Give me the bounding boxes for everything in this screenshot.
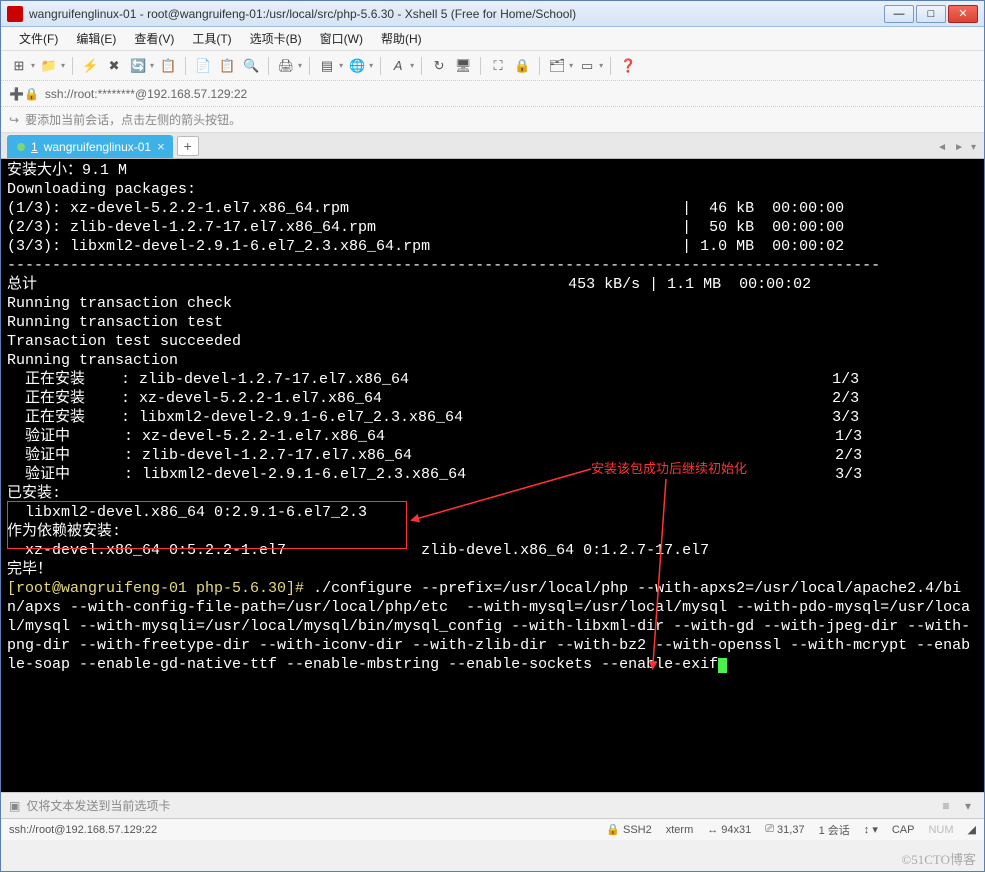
tab-next-icon[interactable]: ► (952, 140, 966, 155)
hint-bar: ↪ 要添加当前会话，点击左侧的箭头按钮。 (1, 107, 984, 133)
compose-bar[interactable]: ▣ 仅将文本发送到当前选项卡 ≡ ▾ (1, 792, 984, 818)
find-icon[interactable]: 🔍 (241, 56, 261, 76)
help-icon[interactable]: ❓ (618, 56, 638, 76)
lock-status-icon: 🔒 (606, 823, 620, 836)
lock-small-icon: 🔒 (24, 87, 39, 101)
globe-icon[interactable]: 🌐 (347, 56, 367, 76)
tile-horizontal-icon[interactable]: ▤ (317, 56, 337, 76)
term-line: Running transaction (7, 351, 978, 370)
term-line: 正在安装 : xz-devel-5.2.2-1.el7.x86_64 2/3 (7, 389, 978, 408)
compose-placeholder: 仅将文本发送到当前选项卡 (26, 797, 170, 814)
hint-text: 要添加当前会话，点击左侧的箭头按钮。 (25, 111, 241, 128)
term-line: Transaction test succeeded (7, 332, 978, 351)
menu-view[interactable]: 查看(V) (126, 27, 182, 50)
watermark: ©51CTO博客 (901, 849, 976, 868)
term-line: (2/3): zlib-devel-1.2.7-17.el7.x86_64.rp… (7, 218, 978, 237)
term-line: 验证中 : libxml2-devel-2.9.1-6.el7_2.3.x86_… (7, 465, 978, 484)
close-button[interactable]: ✕ (948, 5, 978, 23)
menu-help[interactable]: 帮助(H) (373, 27, 430, 50)
print-icon[interactable]: 🖨 (276, 56, 296, 76)
term-line: 总计 453 kB/s | 1.1 MB 00:00:02 (7, 275, 978, 294)
tab-bar: 1 wangruifenglinux-01 × + ◄ ► ▾ (1, 133, 984, 159)
term-line: 正在安装 : libxml2-devel-2.9.1-6.el7_2.3.x86… (7, 408, 978, 427)
status-size: 94x31 (721, 824, 751, 836)
tab-label: wangruifenglinux-01 (44, 140, 151, 154)
term-line: libxml2-devel.x86_64 0:2.9.1-6.el7_2.3 (7, 503, 978, 522)
arrow-add-icon[interactable]: ↪ (9, 113, 19, 127)
disconnect-icon[interactable]: ✖ (104, 56, 124, 76)
term-line: (1/3): xz-devel-5.2.2-1.el7.x86_64.rpm |… (7, 199, 978, 218)
address-bar: ➕ 🔒 ssh://root:********@192.168.57.129:2… (1, 81, 984, 107)
term-line: Downloading packages: (7, 180, 978, 199)
minimize-button[interactable]: — (884, 5, 914, 23)
menu-options[interactable]: 选项卡(B) (242, 27, 310, 50)
properties-icon[interactable]: 📋 (158, 56, 178, 76)
lock-icon[interactable]: 🔒 (512, 56, 532, 76)
menu-tools[interactable]: 工具(T) (184, 27, 239, 50)
prompt: [root@wangruifeng-01 php-5.6.30]# (7, 580, 313, 597)
toolbar: ⊞▾ 📁▾ ⚡ ✖ 🔄▾ 📋 📄 📋 🔍 🖨▾ ▤▾ 🌐▾ A▾ ↻ 🖥 ⛶ 🔒… (1, 51, 984, 81)
status-bar: ssh://root@192.168.57.129:22 🔒SSH2 xterm… (1, 818, 984, 840)
new-session-icon[interactable]: ⊞ (9, 56, 29, 76)
term-line: Running transaction check (7, 294, 978, 313)
compose-toggle-icon[interactable]: ▣ (9, 799, 20, 813)
term-command-line: [root@wangruifeng-01 php-5.6.30]# ./conf… (7, 579, 978, 674)
status-term: xterm (666, 824, 694, 836)
tab-index: 1 (31, 140, 38, 154)
session-tab[interactable]: 1 wangruifenglinux-01 × (7, 135, 173, 158)
window-titlebar: wangruifenglinux-01 - root@wangruifeng-0… (1, 1, 984, 27)
fullscreen-icon[interactable]: ⛶ (488, 56, 508, 76)
term-line: (3/3): libxml2-devel-2.9.1-6.el7_2.3.x86… (7, 237, 978, 256)
resize-grip-icon[interactable]: ◢ (968, 823, 976, 836)
connection-status-icon (17, 143, 25, 151)
menu-bar: 文件(F) 编辑(E) 查看(V) 工具(T) 选项卡(B) 窗口(W) 帮助(… (1, 27, 984, 51)
app-icon (7, 6, 23, 22)
paste-icon[interactable]: 📋 (217, 56, 237, 76)
term-line: 完毕！ (7, 560, 978, 579)
term-line: 验证中 : xz-devel-5.2.2-1.el7.x86_64 1/3 (7, 427, 978, 446)
window-title: wangruifenglinux-01 - root@wangruifeng-0… (29, 7, 884, 21)
copy-icon[interactable]: 📄 (193, 56, 213, 76)
status-connection: ssh://root@192.168.57.129:22 (9, 824, 592, 836)
maximize-button[interactable]: □ (916, 5, 946, 23)
connect-icon[interactable]: ⚡ (80, 56, 100, 76)
tab-prev-icon[interactable]: ◄ (935, 140, 949, 155)
new-tab-button[interactable]: + (177, 136, 199, 156)
compose-menu-icon[interactable]: ≡ (938, 798, 954, 814)
terminal-pane[interactable]: 安装大小：9.1 M Downloading packages: (1/3): … (1, 159, 984, 792)
status-session: 1 会话 (819, 822, 850, 838)
status-cap: CAP (892, 824, 915, 836)
annotation-text: 安装该包成功后继续初始化 (591, 459, 747, 478)
menu-edit[interactable]: 编辑(E) (68, 27, 124, 50)
term-line: Running transaction test (7, 313, 978, 332)
open-folder-icon[interactable]: 📁 (39, 56, 59, 76)
font-icon[interactable]: A (388, 56, 408, 76)
term-line: 安装大小：9.1 M (7, 161, 978, 180)
menu-file[interactable]: 文件(F) (11, 27, 66, 50)
tab-menu-icon[interactable]: ▾ (969, 140, 978, 155)
compose-bar-icon[interactable]: ▭ (577, 56, 597, 76)
term-line: xz-devel.x86_64 0:5.2.2-1.el7 zlib-devel… (7, 541, 978, 560)
screen-icon[interactable]: 🖥 (453, 56, 473, 76)
status-proto: SSH2 (623, 824, 652, 836)
address-text[interactable]: ssh://root:********@192.168.57.129:22 (45, 87, 247, 101)
position-icon: ⎚ (765, 823, 774, 836)
term-line: 正在安装 : zlib-devel-1.2.7-17.el7.x86_64 1/… (7, 370, 978, 389)
refresh-icon[interactable]: ↻ (429, 56, 449, 76)
term-line: 已安装: (7, 484, 978, 503)
reconnect-icon[interactable]: 🔄 (128, 56, 148, 76)
term-line: ----------------------------------------… (7, 256, 978, 275)
status-pos: 31,37 (777, 824, 805, 836)
cursor-icon (718, 658, 727, 673)
term-line: 验证中 : zlib-devel-1.2.7-17.el7.x86_64 2/3 (7, 446, 978, 465)
compose-options-icon[interactable]: ▾ (960, 798, 976, 814)
size-icon: ↔ (707, 824, 718, 836)
tab-close-icon[interactable]: × (157, 139, 165, 154)
term-line: 作为依赖被安装: (7, 522, 978, 541)
addressbar-plus-icon[interactable]: ➕ (9, 87, 24, 101)
menu-window[interactable]: 窗口(W) (312, 27, 371, 50)
sessions-tree-icon[interactable]: 🗂 (547, 56, 567, 76)
